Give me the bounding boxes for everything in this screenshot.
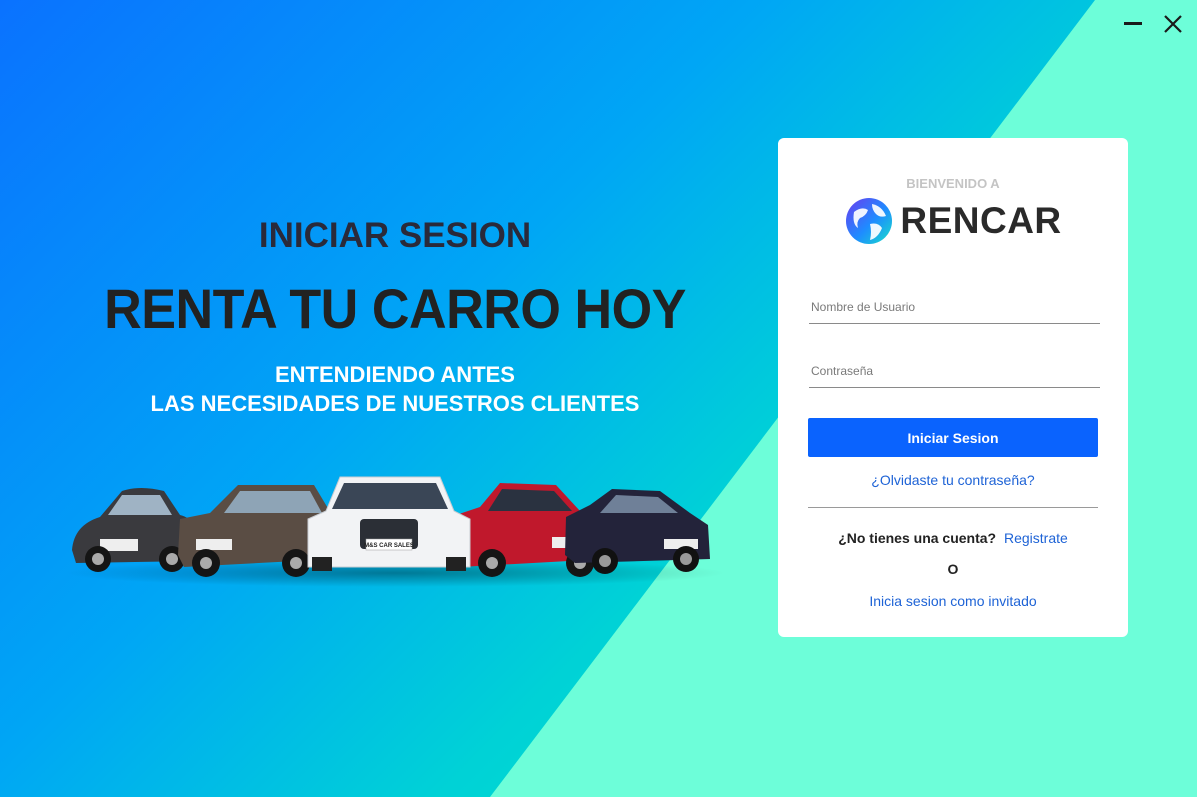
cars-image: M&S CAR SALES [65,476,725,587]
welcome-label: BIENVENIDO A [906,176,1000,191]
brand: RENCAR [778,196,1128,246]
login-card: BIENVENIDO A RENCAR Iniciar Sesion ¿Olvi… [778,138,1128,637]
hero-tagline-line2: LAS NECESIDADES DE NUESTROS CLIENTES [150,391,640,416]
close-icon [1164,15,1182,33]
password-input[interactable] [809,355,1100,388]
car-dark [565,489,710,574]
login-button[interactable]: Iniciar Sesion [808,418,1098,457]
license-plate-text: M&S CAR SALES [364,543,414,549]
username-input[interactable] [809,291,1100,324]
forgot-password-link[interactable]: ¿Olvidaste tu contraseña? [778,472,1128,488]
hero-tagline-line1: ENTENDIENDO ANTES [275,362,515,387]
hero-title: RENTA TU CARRO HOY [104,277,686,340]
no-account-row: ¿No tienes una cuenta? Registrate [778,530,1128,546]
or-label: O [947,561,959,577]
globe-logo-icon [846,198,893,244]
car-white-audi: M&S CAR SALES [307,476,471,571]
hero-tagline: ENTENDIENDO ANTES LAS NECESIDADES DE NUE… [0,360,790,418]
guest-login-link[interactable]: Inicia sesion como invitado [778,593,1128,609]
no-account-label: ¿No tienes una cuenta? [838,530,997,546]
minimize-button[interactable] [1119,10,1147,38]
close-button[interactable] [1159,10,1187,38]
divider [808,507,1098,508]
brand-name: RENCAR [900,200,1062,241]
register-link[interactable]: Registrate [1004,530,1068,546]
minimize-icon [1124,22,1142,25]
hero-subtitle: INICIAR SESION [258,216,532,255]
